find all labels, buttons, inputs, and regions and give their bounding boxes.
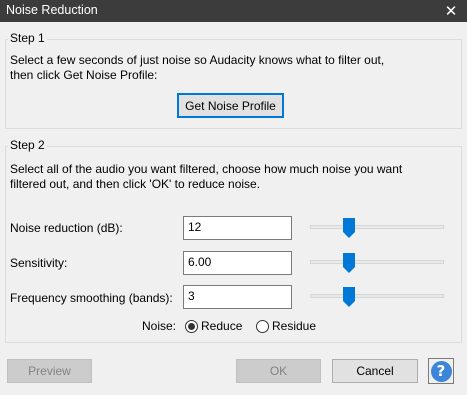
step2-label: Step 2 <box>8 138 47 152</box>
window-title: Noise Reduction <box>6 3 98 17</box>
step1-instructions-line2: then click Get Noise Profile: <box>10 68 158 82</box>
preview-button[interactable]: Preview <box>7 359 92 383</box>
frequency-smoothing-label: Frequency smoothing (bands): <box>10 291 173 305</box>
noise-reduction-input[interactable]: 12 <box>183 216 292 240</box>
noise-reduction-slider[interactable] <box>310 218 444 238</box>
slider-thumb[interactable] <box>343 218 355 238</box>
sensitivity-slider[interactable] <box>310 253 444 273</box>
slider-thumb[interactable] <box>343 287 355 307</box>
frequency-smoothing-input[interactable]: 3 <box>183 285 292 309</box>
residue-radio[interactable] <box>256 320 269 333</box>
help-button[interactable]: ? <box>428 358 454 384</box>
step1-label: Step 1 <box>8 31 47 45</box>
reduce-radio[interactable] <box>185 320 198 333</box>
frequency-smoothing-slider[interactable] <box>310 287 444 307</box>
sensitivity-input[interactable]: 6.00 <box>183 251 292 275</box>
close-icon[interactable]: ✕ <box>435 0 467 22</box>
slider-thumb[interactable] <box>343 253 355 273</box>
get-noise-profile-button[interactable]: Get Noise Profile <box>177 93 284 118</box>
sensitivity-label: Sensitivity: <box>10 256 68 270</box>
help-icon: ? <box>430 360 452 382</box>
slider-track <box>310 260 444 264</box>
noise-reduction-label: Noise reduction (dB): <box>10 221 123 235</box>
title-bar: Noise Reduction ✕ <box>0 0 467 22</box>
cancel-button[interactable]: Cancel <box>332 359 418 383</box>
reduce-radio-label[interactable]: Reduce <box>201 318 242 335</box>
residue-radio-label[interactable]: Residue <box>272 318 316 335</box>
slider-track <box>310 294 444 298</box>
ok-button[interactable]: OK <box>236 359 321 383</box>
noise-label: Noise: <box>142 319 177 333</box>
step2-instructions-line2: filtered out, and then click 'OK' to red… <box>10 177 261 191</box>
slider-track <box>310 225 444 229</box>
